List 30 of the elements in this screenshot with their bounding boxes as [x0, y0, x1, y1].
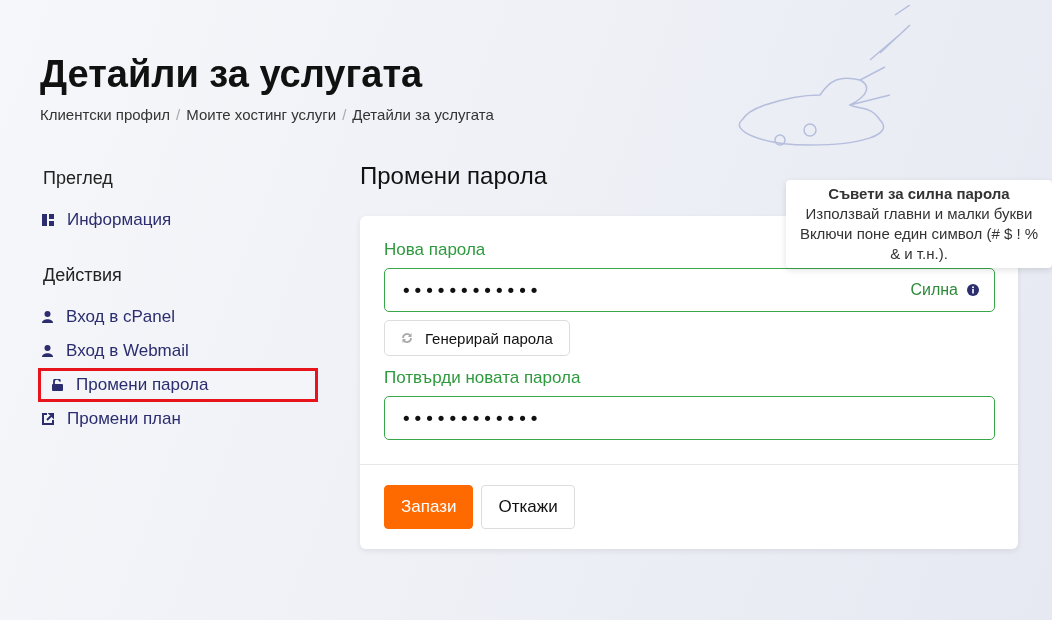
external-link-icon: [42, 413, 54, 425]
breadcrumb-separator: /: [176, 106, 181, 123]
user-icon: [42, 345, 53, 357]
user-icon: [42, 311, 53, 323]
tooltip-text: Включи поне един символ (# $ ! % & и т.н.).: [798, 224, 1040, 264]
tooltip-text: Използвай главни и малки букви: [804, 204, 1034, 224]
lock-icon: [52, 379, 63, 391]
cancel-button[interactable]: Откажи: [481, 485, 575, 529]
sidebar-heading: Действия: [42, 265, 123, 286]
sidebar-item[interactable]: Вход в cPanel: [40, 300, 312, 334]
field-label: Потвърди новата парола: [384, 368, 581, 388]
confirm-password-field[interactable]: ••••••••••••: [384, 396, 995, 440]
breadcrumb-current: Детайли за услугата: [352, 106, 494, 123]
sidebar-heading: Преглед: [42, 168, 114, 189]
section-title: Промени парола: [360, 162, 548, 190]
breadcrumb-link[interactable]: Моите хостинг услуги: [186, 106, 337, 123]
grid-icon: [42, 214, 54, 226]
sidebar-item[interactable]: Промени план: [40, 402, 312, 436]
strength-label: Силна: [910, 281, 958, 299]
generate-password-button[interactable]: Генерирай парола: [384, 320, 570, 356]
sidebar-item[interactable]: Промени парола: [38, 368, 318, 402]
refresh-icon: [401, 332, 413, 344]
page-title: Детайли за услугата: [40, 52, 424, 97]
sidebar-item[interactable]: Вход в Webmail: [40, 334, 312, 368]
breadcrumb-separator: /: [342, 106, 347, 123]
info-icon[interactable]: [967, 284, 979, 296]
field-label: Нова парола: [384, 240, 486, 260]
tooltip-title: Съвети за силна парола: [827, 184, 1011, 204]
breadcrumb-link[interactable]: Клиентски профил: [40, 106, 171, 123]
sidebar-item[interactable]: Информация: [40, 203, 312, 237]
